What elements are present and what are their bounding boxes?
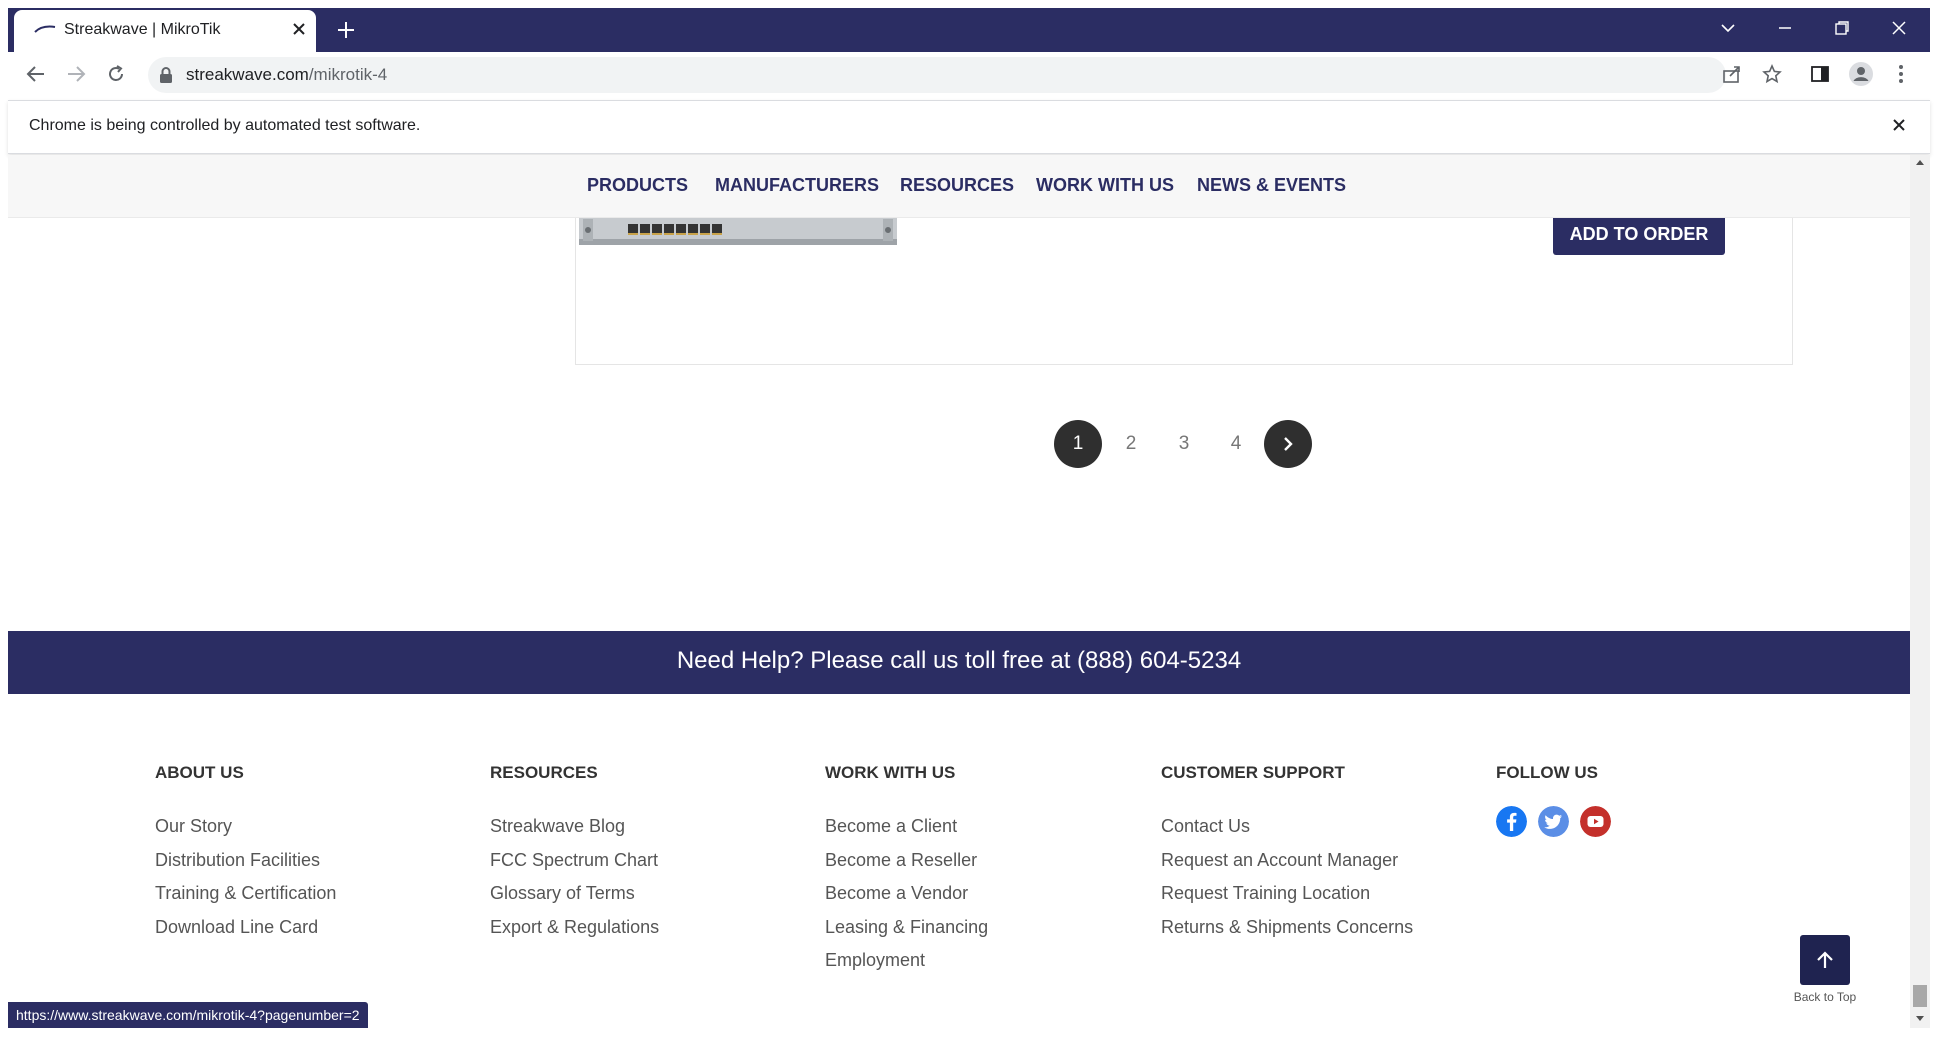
page-scrollbar[interactable] xyxy=(1910,155,1930,1028)
restore-icon[interactable] xyxy=(1834,20,1850,36)
footer-link-fcc-spectrum-chart[interactable]: FCC Spectrum Chart xyxy=(490,850,658,871)
footer-heading-resources: RESOURCES xyxy=(490,763,598,782)
scroll-up-icon[interactable] xyxy=(1915,158,1925,166)
footer-link-export-regulations[interactable]: Export & Regulations xyxy=(490,917,659,938)
footer-link-leasing-financing[interactable]: Leasing & Financing xyxy=(825,917,988,938)
back-to-top-label[interactable]: Back to Top xyxy=(1790,990,1860,1004)
footer-link-returns-shipments[interactable]: Returns & Shipments Concerns xyxy=(1161,917,1413,938)
tab-title: Streakwave | MikroTik xyxy=(64,21,221,38)
footer-link-employment[interactable]: Employment xyxy=(825,950,925,971)
footer-link-become-vendor[interactable]: Become a Vendor xyxy=(825,883,968,904)
infobar-close-icon[interactable] xyxy=(1892,118,1906,132)
tab-close-icon[interactable] xyxy=(292,22,306,36)
footer-link-download-line-card[interactable]: Download Line Card xyxy=(155,917,318,938)
help-text: Need Help? Please call us toll free at (… xyxy=(676,647,1242,674)
window-close-icon[interactable] xyxy=(1891,20,1907,36)
nav-news-events[interactable]: NEWS & EVENTS xyxy=(1197,175,1346,196)
tab-search-icon[interactable] xyxy=(1720,22,1736,34)
minimize-icon[interactable] xyxy=(1777,20,1793,36)
facebook-icon[interactable] xyxy=(1496,806,1527,837)
nav-resources[interactable]: RESOURCES xyxy=(900,175,1014,196)
youtube-icon[interactable] xyxy=(1580,806,1611,837)
streakwave-favicon-icon xyxy=(34,25,56,33)
nav-manufacturers[interactable]: MANUFACTURERS xyxy=(715,175,879,196)
footer-link-streakwave-blog[interactable]: Streakwave Blog xyxy=(490,816,625,837)
reload-icon[interactable] xyxy=(106,64,126,84)
page-1[interactable]: 1 xyxy=(1054,420,1102,468)
forward-arrow-icon[interactable] xyxy=(66,65,86,83)
page-2[interactable]: 2 xyxy=(1107,420,1155,468)
page-4[interactable]: 4 xyxy=(1212,420,1260,468)
footer-heading-customer-support: CUSTOMER SUPPORT xyxy=(1161,763,1345,782)
nav-products[interactable]: PRODUCTS xyxy=(587,175,688,196)
footer-heading-about: ABOUT US xyxy=(155,763,244,782)
footer-link-distribution-facilities[interactable]: Distribution Facilities xyxy=(155,850,320,871)
product-switch-image[interactable] xyxy=(579,215,897,245)
footer-link-contact-us[interactable]: Contact Us xyxy=(1161,816,1250,837)
scroll-down-icon[interactable] xyxy=(1915,1015,1925,1023)
link-status-bar: https://www.streakwave.com/mikrotik-4?pa… xyxy=(8,1002,368,1028)
page-3[interactable]: 3 xyxy=(1160,420,1208,468)
footer-link-request-account-manager[interactable]: Request an Account Manager xyxy=(1161,850,1398,871)
footer-link-become-client[interactable]: Become a Client xyxy=(825,816,957,837)
back-arrow-icon[interactable] xyxy=(26,65,46,83)
new-tab-icon[interactable] xyxy=(337,21,355,39)
footer-link-become-reseller[interactable]: Become a Reseller xyxy=(825,850,977,871)
footer-heading-follow-us: FOLLOW US xyxy=(1496,763,1598,782)
url-text[interactable]: streakwave.com/mikrotik-4 xyxy=(186,65,387,85)
footer-link-request-training-location[interactable]: Request Training Location xyxy=(1161,883,1370,904)
arrow-up-icon xyxy=(1817,951,1833,968)
footer-heading-work-with-us: WORK WITH US xyxy=(825,763,956,782)
footer-link-glossary-of-terms[interactable]: Glossary of Terms xyxy=(490,883,635,904)
nav-work-with-us[interactable]: WORK WITH US xyxy=(1036,175,1174,196)
browser-menu-icon[interactable] xyxy=(1898,64,1904,84)
chevron-right-icon xyxy=(1284,437,1293,451)
scroll-thumb[interactable] xyxy=(1913,985,1927,1007)
infobar-text: Chrome is being controlled by automated … xyxy=(29,117,421,134)
share-icon[interactable] xyxy=(1722,65,1742,83)
footer-link-our-story[interactable]: Our Story xyxy=(155,816,232,837)
footer-link-training-certification[interactable]: Training & Certification xyxy=(155,883,336,904)
lock-icon[interactable] xyxy=(159,66,173,84)
profile-avatar-icon[interactable] xyxy=(1849,62,1873,86)
bookmark-star-icon[interactable] xyxy=(1762,64,1782,84)
side-panel-icon[interactable] xyxy=(1810,65,1830,83)
twitter-icon[interactable] xyxy=(1538,806,1569,837)
add-to-order-button[interactable]: ADD TO ORDER xyxy=(1553,213,1725,255)
